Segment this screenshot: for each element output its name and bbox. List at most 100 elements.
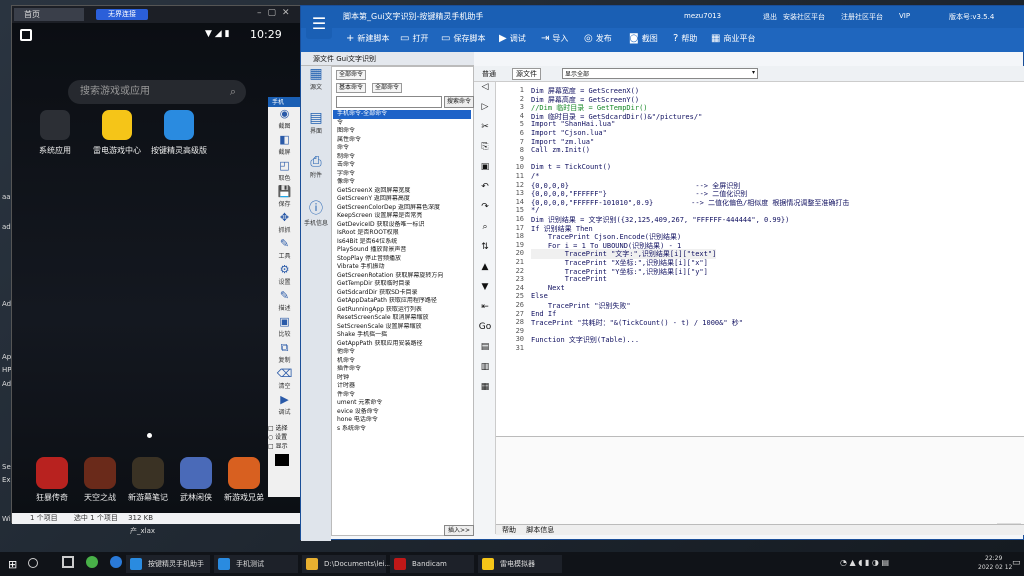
search-icon[interactable]	[28, 558, 38, 568]
editor-tab-source[interactable]: 源文件	[512, 68, 541, 80]
register-link[interactable]: 注册社区平台	[841, 12, 883, 22]
tool-10[interactable]: ⌫ 清空	[268, 367, 301, 393]
tool-9[interactable]: ⧉ 复制	[268, 341, 301, 367]
tool-1[interactable]: ◧ 截屏	[268, 133, 301, 159]
notification-icon[interactable]: ▭	[1012, 558, 1021, 568]
code-line[interactable]: {0,0,0,0,"FFFFFF-101010",0.9} --> 二值化偏色/…	[531, 198, 849, 208]
taskbar-item[interactable]: 手机测试	[214, 555, 298, 573]
command-item[interactable]: 插件命令	[333, 365, 471, 374]
command-item[interactable]: ument 元素命令	[333, 399, 471, 408]
editor-tool-icon[interactable]: ⌕	[474, 222, 496, 242]
command-item[interactable]: Shake 手机摇一摇	[333, 331, 471, 340]
community-link[interactable]: 安装社区平台	[783, 12, 825, 22]
desktop-icon-label[interactable]: Ad	[2, 300, 11, 308]
editor-tool-icon[interactable]: Go	[474, 322, 496, 342]
task-view-icon[interactable]	[62, 556, 74, 568]
toolbar-button-0[interactable]: + 新建脚本	[346, 33, 389, 44]
editor-tab-normal[interactable]: 普通	[482, 69, 496, 79]
start-icon[interactable]: ⊞	[8, 558, 17, 571]
app-icon[interactable]: 雷电游戏中心	[82, 110, 152, 156]
command-item[interactable]: StopPlay 停止音频播放	[333, 255, 471, 264]
code-line[interactable]: */	[531, 206, 539, 214]
toolbar-button-7[interactable]: ? 帮助	[673, 33, 697, 44]
editor-tool-icon[interactable]: ▤	[474, 342, 496, 362]
editor-tool-icon[interactable]: ▦	[474, 382, 496, 402]
code-line[interactable]: Import "Cjson.lua"	[531, 129, 607, 137]
command-item[interactable]: 制命令	[333, 153, 471, 162]
desktop-icon-label[interactable]: Ap	[2, 353, 11, 361]
dock-app[interactable]: 武林闲侠	[176, 457, 216, 503]
taskbar-item[interactable]: Bandicam	[390, 555, 474, 573]
tool-0[interactable]: ◉ 截图	[268, 107, 301, 133]
desktop-icon-label[interactable]: Se	[2, 463, 11, 471]
command-item[interactable]: PlaySound 播放背景声音	[333, 246, 471, 255]
code-line[interactable]: Import "zm.lua"	[531, 138, 594, 146]
tool-6[interactable]: ⚙ 设置	[268, 263, 301, 289]
tool-3[interactable]: 💾 保存	[268, 185, 301, 211]
command-item[interactable]: 机命令	[333, 357, 471, 366]
app-icon[interactable]: 按键精灵高级版	[144, 110, 214, 156]
command-item[interactable]: GetTempDir 获取临时目录	[333, 280, 471, 289]
command-item[interactable]: Is64Bit 是否64位系统	[333, 238, 471, 247]
toolbar-button-5[interactable]: ◎ 发布	[584, 33, 612, 44]
capture-option[interactable]: □ 选择	[268, 423, 300, 432]
command-item[interactable]: 件命令	[333, 391, 471, 400]
tool-7[interactable]: ✎ 描述	[268, 289, 301, 315]
toolbar-button-8[interactable]: ▦ 商业平台	[711, 33, 755, 44]
tool-5[interactable]: ✎ 工具	[268, 237, 301, 263]
command-item[interactable]: KeepScreen 设置屏幕是否常亮	[333, 212, 471, 221]
command-item[interactable]: GetRunningApp 获取运行列表	[333, 306, 471, 315]
desktop-icon-label[interactable]: aa	[2, 193, 11, 201]
dock-app[interactable]: 狂暴传奇	[32, 457, 72, 503]
toolbar-button-2[interactable]: ▭ 保存脚本	[441, 33, 485, 44]
editor-tool-icon[interactable]: ✂	[474, 122, 496, 142]
code-line[interactable]: TracePrint	[531, 275, 607, 283]
tool-11[interactable]: ▶ 调试	[268, 393, 301, 419]
command-item[interactable]: SetScreenScale 设置屏幕缩放	[333, 323, 471, 332]
taskbar-item[interactable]: D:\Documents\lei...	[302, 555, 391, 573]
command-item[interactable]: 手机命令-全部命令	[333, 110, 471, 119]
command-item[interactable]: 击命令	[333, 161, 471, 170]
code-line[interactable]: /*	[531, 172, 539, 180]
search-input[interactable]: 搜索游戏或应用 ⌕	[68, 80, 246, 104]
command-item[interactable]: GetAppPath 获取应用安装路径	[333, 340, 471, 349]
desktop-icon-label[interactable]: Ad	[2, 380, 11, 388]
editor-tool-icon[interactable]: ◁	[474, 82, 496, 102]
menu-button[interactable]: ☰	[306, 9, 332, 39]
toolbar-button-4[interactable]: ⇥ 导入	[541, 33, 568, 44]
command-search-input[interactable]	[336, 96, 442, 108]
dock-app[interactable]: 新游戏兄弟	[224, 457, 264, 503]
tool-2[interactable]: ◰ 取色	[268, 159, 301, 185]
editor-tool-icon[interactable]: ↷	[474, 202, 496, 222]
desktop-icon-label[interactable]: Ex	[2, 476, 11, 484]
code-line[interactable]: Call zm.Init()	[531, 146, 590, 154]
window-controls[interactable]: –▢✕	[257, 8, 297, 20]
code-line[interactable]: Else	[531, 292, 548, 300]
command-item[interactable]: 计时器	[333, 382, 471, 391]
app-icon[interactable]: 系统应用	[20, 110, 90, 156]
logout-link[interactable]: 退出	[763, 12, 777, 22]
cmd-tab-all[interactable]: 全部命令	[336, 70, 367, 80]
command-item[interactable]: 图命令	[333, 127, 471, 136]
command-item[interactable]: 命令	[333, 144, 471, 153]
taskbar-item[interactable]: 雷电模拟器	[478, 555, 562, 573]
command-item[interactable]: 属性命令	[333, 136, 471, 145]
tray-icons[interactable]: ◔ ▲ ◖ ▮ ◑ ▤	[840, 558, 889, 567]
editor-tool-icon[interactable]: ⇅	[474, 242, 496, 262]
editor-tool-icon[interactable]: ↶	[474, 182, 496, 202]
command-search-button[interactable]: 搜索命令	[444, 96, 474, 108]
code-editor[interactable]: 1 Dim 屏幕宽度 = GetScreenX() 2 Dim 屏幕高度 = GetS…	[496, 82, 1024, 436]
code-line[interactable]: TracePrint "共耗时："&(TickCount() - t) / 10…	[531, 318, 743, 328]
code-line[interactable]: Function 文字识别(Table)...	[531, 335, 639, 345]
insert-button[interactable]: 插入>>	[444, 525, 474, 536]
tool-8[interactable]: ▣ 比较	[268, 315, 301, 341]
command-item[interactable]: GetAppDataPath 获取应用程序路径	[333, 297, 471, 306]
dock-app[interactable]: 天空之战	[80, 457, 120, 503]
editor-tool-icon[interactable]: ▷	[474, 102, 496, 122]
command-item[interactable]: s 系统命令	[333, 425, 471, 434]
dock-app[interactable]: 新游幕笔记	[128, 457, 168, 503]
editor-filter-select[interactable]: 显示全部 ▾	[562, 68, 758, 79]
user-name[interactable]: mezu7013	[684, 12, 721, 20]
command-item[interactable]: GetScreenRotation 获取屏幕旋转方向	[333, 272, 471, 281]
desktop-icon-label[interactable]: ad	[2, 223, 11, 231]
